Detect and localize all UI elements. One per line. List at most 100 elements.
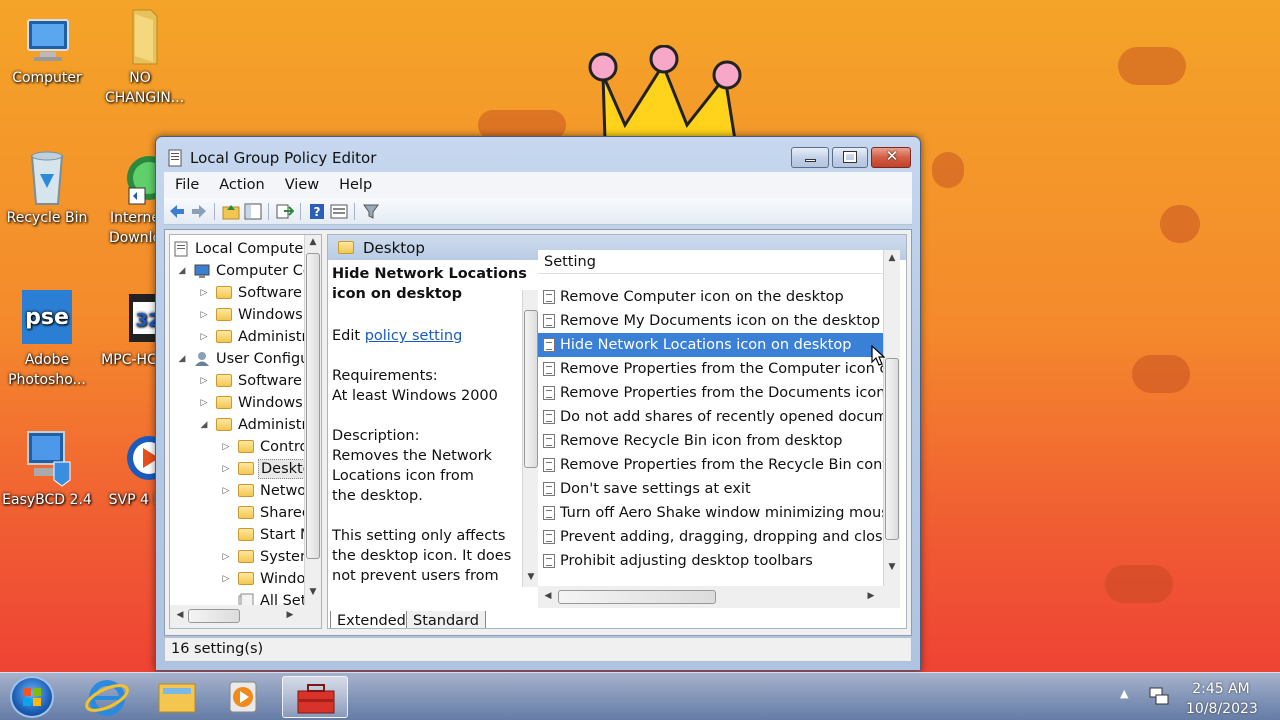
filter-icon[interactable] xyxy=(362,203,380,220)
list-item[interactable]: Do not add shares of recently opened doc… xyxy=(538,405,883,429)
menu-help[interactable]: Help xyxy=(328,177,381,193)
console-tree[interactable]: Local Computer ◢ Computer Co ▷ Software … xyxy=(169,234,322,629)
policy-setting-icon xyxy=(543,338,555,352)
tab-extended[interactable]: Extended xyxy=(330,611,413,628)
scroll-down-arrow-icon[interactable]: ▼ xyxy=(305,587,321,597)
list-item-selected[interactable]: Hide Network Locations icon on desktop xyxy=(538,333,883,357)
folder-icon xyxy=(338,241,354,254)
taskbar-file-explorer[interactable] xyxy=(146,676,208,718)
list-item[interactable]: Remove My Documents icon on the desktop xyxy=(538,309,883,333)
scroll-down-arrow-icon[interactable]: ▼ xyxy=(884,562,900,572)
restore-icon xyxy=(843,151,857,163)
properties-icon[interactable] xyxy=(330,203,348,220)
settings-list[interactable]: Setting Remove Computer icon on the desk… xyxy=(538,250,900,586)
expand-arrow-icon[interactable]: ▷ xyxy=(198,392,210,414)
scroll-up-arrow-icon[interactable]: ▲ xyxy=(305,237,321,247)
toolbar-separator xyxy=(214,203,215,220)
list-item[interactable]: Remove Properties from the Recycle Bin c… xyxy=(538,453,883,477)
tab-standard[interactable]: Standard xyxy=(406,611,486,628)
description-scrollbar[interactable]: ▼ xyxy=(522,290,539,587)
maximize-button[interactable] xyxy=(832,147,868,168)
up-folder-icon[interactable] xyxy=(222,203,240,220)
help-icon[interactable]: ? xyxy=(308,203,326,220)
taskbar-media-player[interactable] xyxy=(212,676,274,718)
list-item[interactable]: Remove Computer icon on the desktop xyxy=(538,285,883,309)
list-horizontal-scrollbar[interactable]: ◀ ▶ xyxy=(538,586,900,608)
expand-arrow-icon[interactable]: ◢ xyxy=(198,414,210,436)
list-item[interactable]: Turn off Aero Shake window minimizing mo… xyxy=(538,501,883,525)
svg-text:pse: pse xyxy=(25,305,69,330)
expand-arrow-icon[interactable]: ▷ xyxy=(220,458,232,480)
list-item[interactable]: Prevent adding, dragging, dropping and c… xyxy=(538,525,883,549)
desktop-icon-label: Adobe Photosho... xyxy=(8,352,86,388)
scrollbar-thumb[interactable] xyxy=(885,358,899,540)
desktop-icon-computer[interactable]: Computer xyxy=(2,12,92,88)
setting-column-header[interactable]: Setting xyxy=(538,250,883,274)
list-vertical-scrollbar[interactable]: ▲ ▼ xyxy=(883,250,900,586)
expand-arrow-icon[interactable]: ◢ xyxy=(176,260,188,282)
menu-file[interactable]: File xyxy=(164,177,208,193)
expand-arrow-icon[interactable]: ▷ xyxy=(198,304,210,326)
network-icon[interactable] xyxy=(1148,685,1170,707)
folder-icon xyxy=(238,462,254,475)
scroll-left-arrow-icon[interactable]: ◀ xyxy=(172,610,188,620)
list-item[interactable]: Prohibit adjusting desktop toolbars xyxy=(538,549,883,573)
list-item[interactable]: Remove Properties from the Documents ico… xyxy=(538,381,883,405)
menu-view[interactable]: View xyxy=(274,177,328,193)
expand-arrow-icon[interactable]: ◢ xyxy=(176,348,188,370)
system-clock[interactable]: 2:45 AM 10/8/2023 xyxy=(1186,679,1258,719)
clock-date: 10/8/2023 xyxy=(1186,701,1258,717)
edit-policy-setting-link[interactable]: policy setting xyxy=(365,328,463,344)
close-button[interactable]: ✕ xyxy=(871,147,911,168)
menu-action[interactable]: Action xyxy=(208,177,273,193)
tree-vertical-scrollbar[interactable]: ▲ ▼ xyxy=(304,235,321,605)
clock-time: 2:45 AM xyxy=(1192,681,1250,697)
desktop-icon-recycle-bin[interactable]: Recycle Bin xyxy=(2,148,92,228)
internet-explorer-icon xyxy=(85,680,129,716)
expand-arrow-icon[interactable]: ▷ xyxy=(220,568,232,590)
taskbar-group-policy-editor[interactable] xyxy=(282,676,348,718)
start-button[interactable] xyxy=(10,676,54,718)
tree-horizontal-scrollbar[interactable]: ◀ ▶ xyxy=(170,605,321,628)
scroll-left-arrow-icon[interactable]: ◀ xyxy=(540,591,556,601)
desktop-icon-photoshop[interactable]: pse Adobe Photosho... xyxy=(2,288,92,390)
show-hidden-icons-arrow[interactable]: ▲ xyxy=(1120,687,1128,700)
desktop-icon-folder[interactable]: NO CHANGIN... xyxy=(95,6,185,108)
export-list-icon[interactable] xyxy=(276,203,294,220)
policy-setting-icon xyxy=(543,434,555,448)
mouse-cursor-icon xyxy=(871,345,885,366)
back-arrow-icon[interactable] xyxy=(168,203,186,220)
list-item[interactable]: Don't save settings at exit xyxy=(538,477,883,501)
easybcd-icon xyxy=(20,428,74,487)
desktop-icon-easybcd[interactable]: EasyBCD 2.4 xyxy=(2,428,92,510)
scroll-right-arrow-icon[interactable]: ▶ xyxy=(282,610,298,620)
scrollbar-thumb[interactable] xyxy=(188,609,240,623)
expand-arrow-icon[interactable]: ▷ xyxy=(198,326,210,348)
minimize-button[interactable] xyxy=(791,147,829,168)
forward-arrow-icon[interactable] xyxy=(190,203,208,220)
list-item[interactable]: Remove Recycle Bin icon from desktop xyxy=(538,429,883,453)
expand-arrow-icon[interactable]: ▷ xyxy=(198,282,210,304)
expand-arrow-icon[interactable]: ▷ xyxy=(220,436,232,458)
recycle-bin-icon xyxy=(20,148,74,205)
folder-icon xyxy=(216,418,232,431)
scroll-right-arrow-icon[interactable]: ▶ xyxy=(863,591,879,601)
folder-icon xyxy=(238,528,254,541)
scrollbar-thumb[interactable] xyxy=(558,590,716,604)
wallpaper-blob xyxy=(1132,355,1190,393)
policy-setting-icon xyxy=(543,362,555,376)
desktop-icon-label: EasyBCD 2.4 xyxy=(2,492,92,508)
details-pane: Desktop Hide Network Locations icon on d… xyxy=(327,234,907,629)
scrollbar-thumb[interactable] xyxy=(524,310,538,468)
scroll-down-arrow-icon[interactable]: ▼ xyxy=(523,572,539,582)
list-item[interactable]: Remove Properties from the Computer icon… xyxy=(538,357,883,381)
scrollbar-thumb[interactable] xyxy=(306,253,320,559)
show-hide-console-tree-icon[interactable] xyxy=(244,203,262,220)
scroll-up-arrow-icon[interactable]: ▲ xyxy=(884,253,900,263)
expand-arrow-icon[interactable]: ▷ xyxy=(220,546,232,568)
taskbar-internet-explorer[interactable] xyxy=(76,676,138,718)
group-policy-editor-window[interactable]: Local Group Policy Editor ✕ File Action … xyxy=(155,136,921,671)
taskbar: ▲ 2:45 AM 10/8/2023 xyxy=(0,672,1280,720)
expand-arrow-icon[interactable]: ▷ xyxy=(220,480,232,502)
expand-arrow-icon[interactable]: ▷ xyxy=(198,370,210,392)
